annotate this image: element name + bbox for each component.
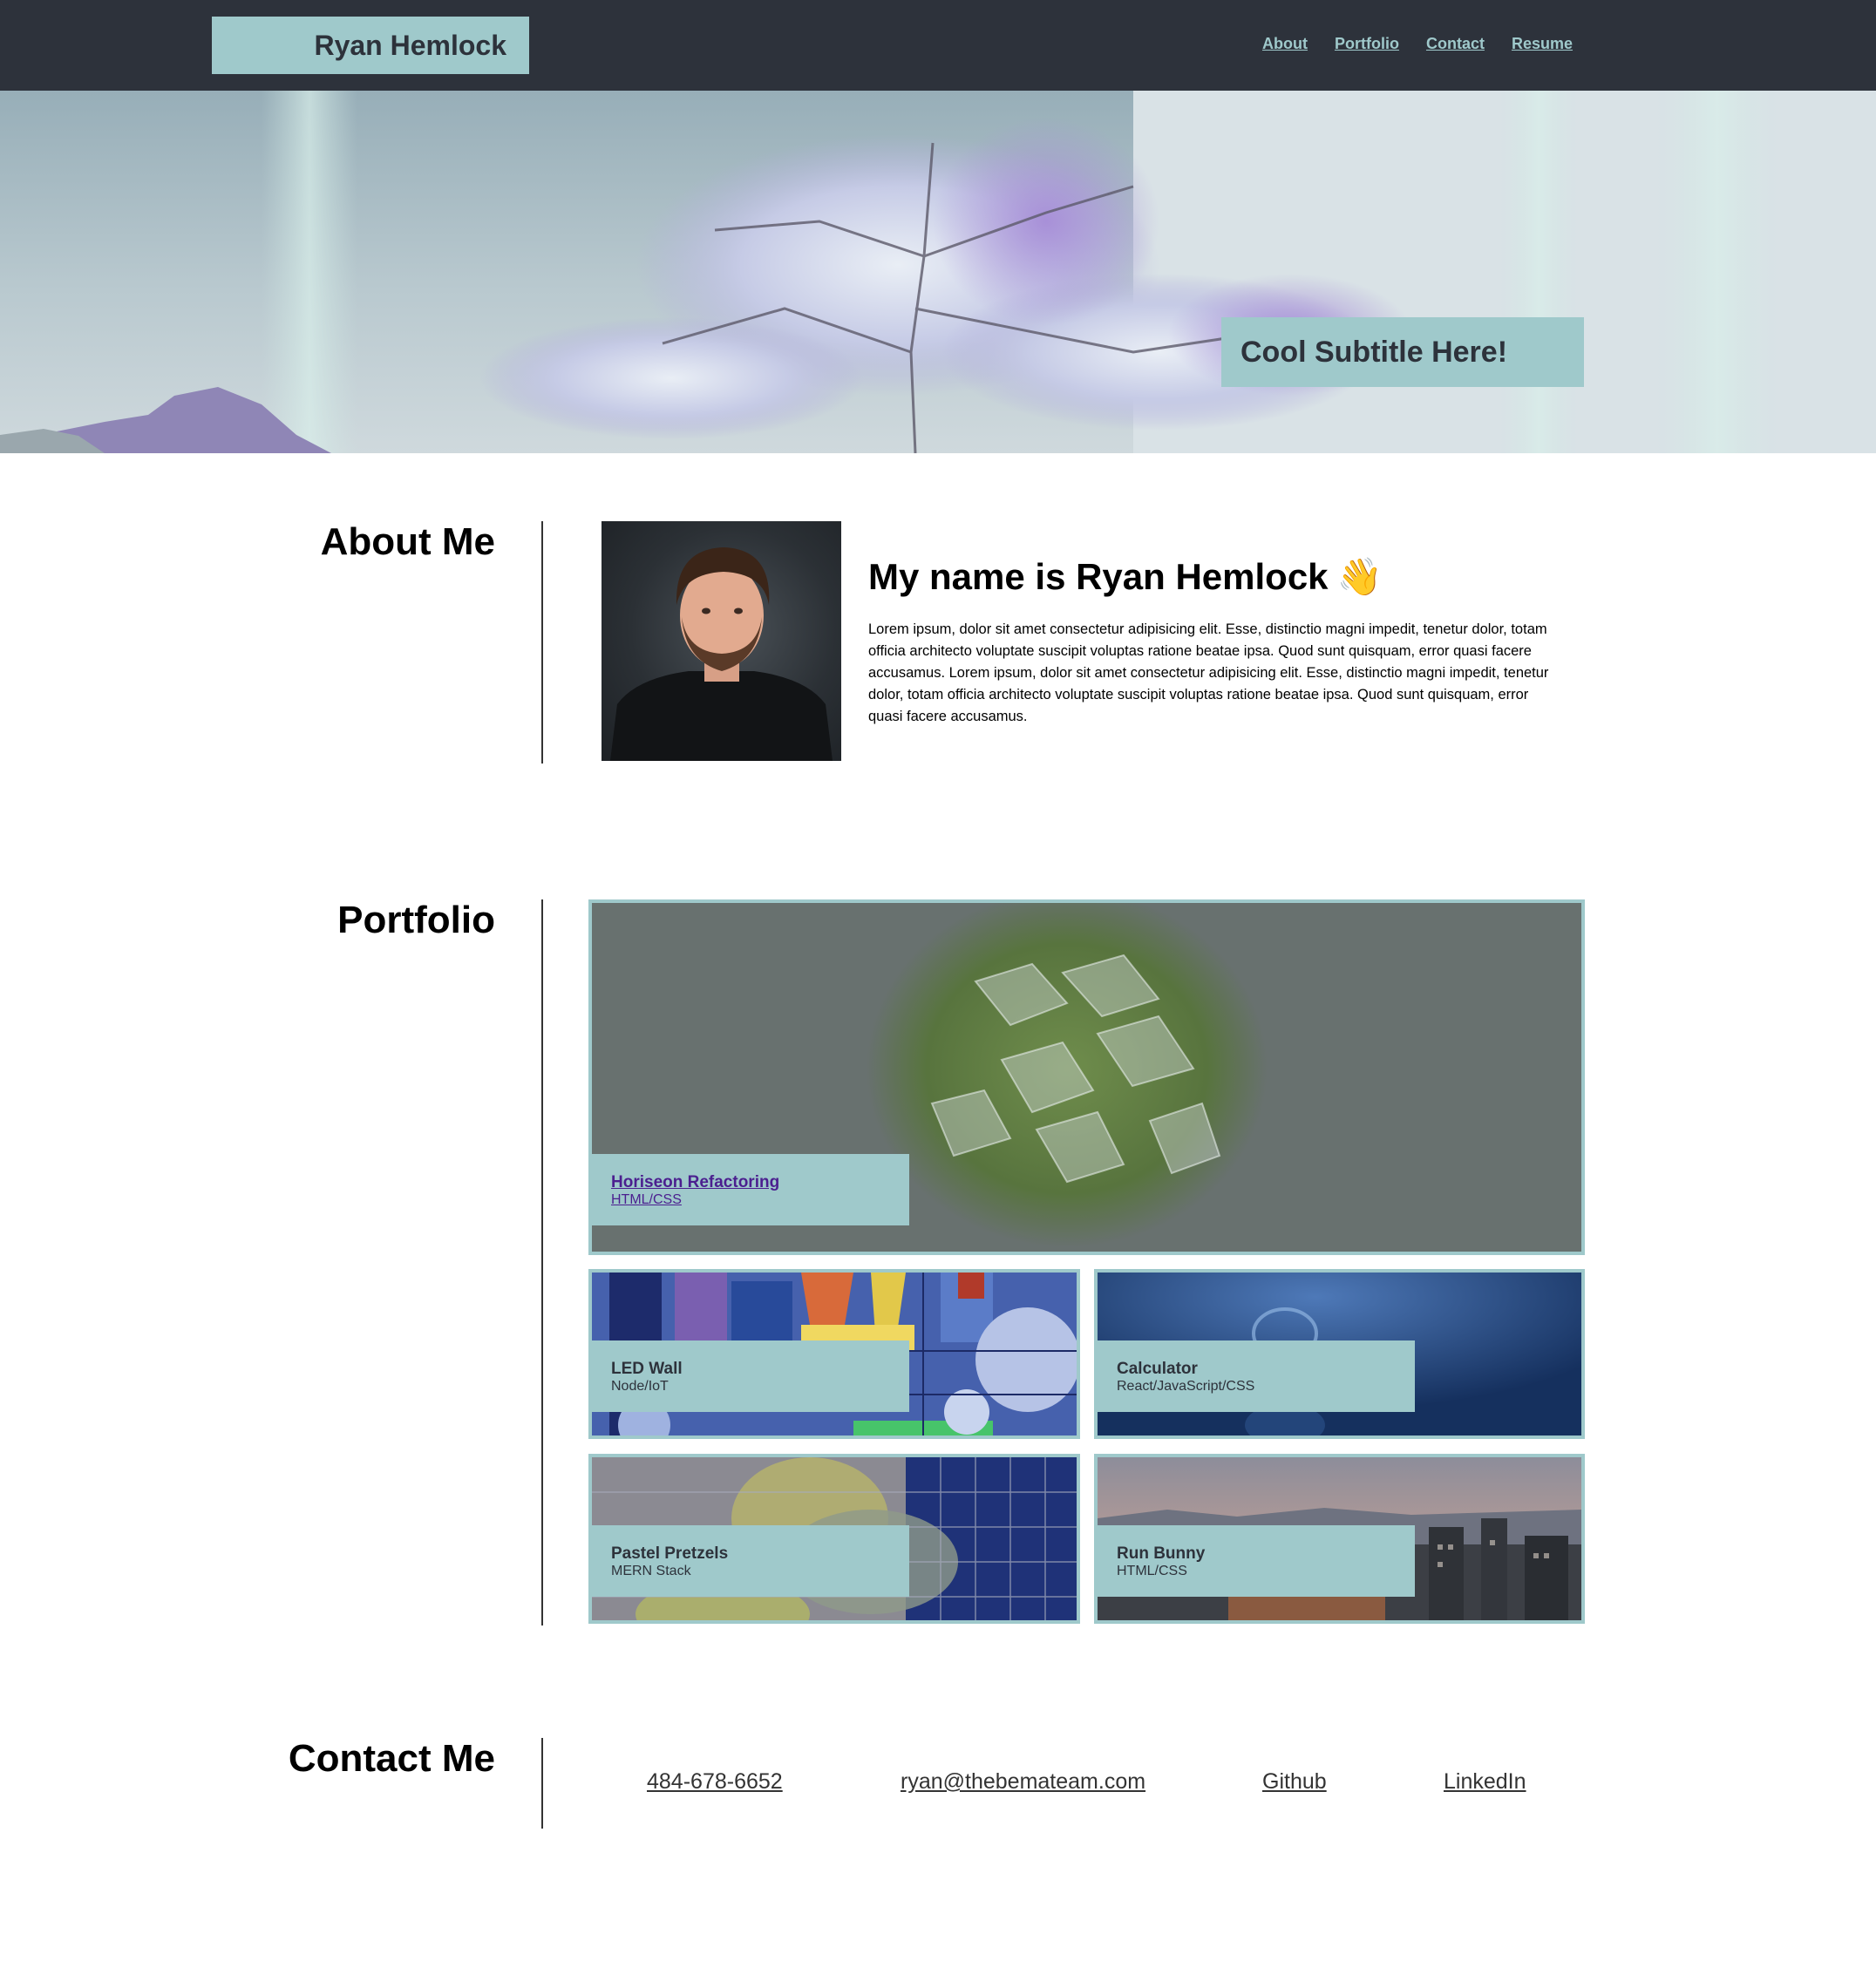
project-tech: Node/IoT	[611, 1379, 669, 1394]
profile-photo	[602, 521, 841, 761]
project-card-led-wall[interactable]: LED Wall Node/IoT	[588, 1269, 1080, 1439]
project-card-pastel-pretzels[interactable]: Pastel Pretzels MERN Stack	[588, 1454, 1080, 1624]
hero-subtitle: Cool Subtitle Here!	[1221, 317, 1584, 387]
nav-link-about[interactable]: About	[1262, 35, 1308, 53]
project-title: Pastel Pretzels	[611, 1544, 729, 1563]
nav-link-portfolio[interactable]: Portfolio	[1335, 35, 1399, 53]
section-divider	[541, 1738, 543, 1829]
section-divider	[541, 521, 543, 764]
project-tech: React/JavaScript/CSS	[1117, 1379, 1255, 1394]
project-label: Pastel Pretzels MERN Stack	[592, 1525, 909, 1597]
project-label: Calculator React/JavaScript/CSS	[1098, 1340, 1415, 1412]
project-title: Calculator	[1117, 1360, 1198, 1378]
project-tech-link[interactable]: HTML/CSS	[611, 1191, 909, 1208]
nav-link-contact[interactable]: Contact	[1426, 35, 1485, 53]
about-section-title: About Me	[320, 520, 495, 563]
about-heading: My name is Ryan Hemlock 👋	[868, 556, 1383, 599]
main-nav: About Portfolio Contact Resume	[1262, 35, 1573, 53]
hero-tree-image	[0, 91, 1876, 453]
project-card-run-bunny[interactable]: Run Bunny HTML/CSS	[1094, 1454, 1585, 1624]
contact-github-link[interactable]: Github	[1262, 1769, 1327, 1795]
portrait-image	[610, 547, 833, 761]
project-label: LED Wall Node/IoT	[592, 1340, 909, 1412]
contact-section-title: Contact Me	[288, 1737, 495, 1780]
project-card-calculator[interactable]: Calculator React/JavaScript/CSS	[1094, 1269, 1585, 1439]
brand-title[interactable]: Ryan Hemlock	[212, 17, 529, 74]
contact-email-link[interactable]: ryan@thebemateam.com	[901, 1769, 1145, 1795]
project-label[interactable]: Horiseon Refactoring HTML/CSS	[592, 1154, 909, 1225]
section-divider	[541, 899, 543, 1625]
portfolio-section-title: Portfolio	[337, 899, 495, 941]
nav-link-resume[interactable]: Resume	[1512, 35, 1573, 53]
project-card-featured[interactable]: Horiseon Refactoring HTML/CSS	[588, 899, 1585, 1255]
project-label: Run Bunny HTML/CSS	[1098, 1525, 1415, 1597]
project-tech: HTML/CSS	[1117, 1564, 1187, 1578]
contact-phone-link[interactable]: 484-678-6652	[647, 1769, 783, 1795]
project-title-link[interactable]: Horiseon Refactoring	[611, 1173, 909, 1191]
contact-linkedin-link[interactable]: LinkedIn	[1444, 1769, 1526, 1795]
about-heading-text: My name is Ryan Hemlock	[868, 556, 1329, 597]
project-tech: MERN Stack	[611, 1564, 691, 1578]
waving-hand-icon: 👋	[1336, 556, 1383, 597]
project-title: Run Bunny	[1117, 1544, 1206, 1563]
project-title: LED Wall	[611, 1360, 683, 1378]
hero-banner: Cool Subtitle Here!	[0, 91, 1876, 453]
about-bio: Lorem ipsum, dolor sit amet consectetur …	[868, 621, 1549, 724]
site-header: Ryan Hemlock About Portfolio Contact Res…	[0, 0, 1876, 91]
